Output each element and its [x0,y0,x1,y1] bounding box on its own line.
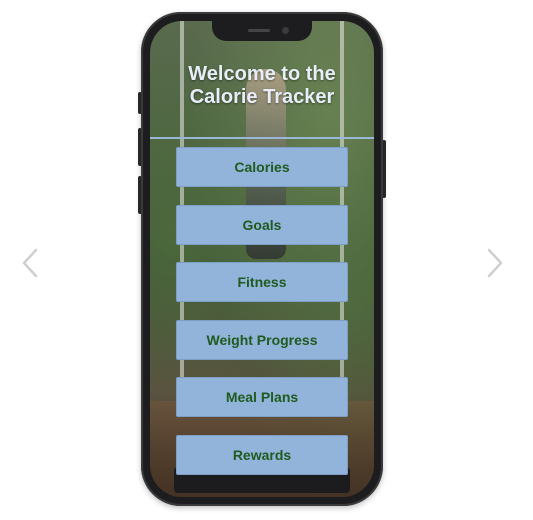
fitness-button[interactable]: Fitness [176,262,348,302]
weight-progress-button[interactable]: Weight Progress [176,319,348,360]
rewards-button[interactable]: Rewards [176,434,348,475]
goals-button[interactable]: Goals [176,204,348,245]
meal-plans-button[interactable]: Meal Plans [176,377,348,417]
title-divider [150,137,374,139]
chevron-right-icon[interactable] [479,247,509,279]
phone-screen: Welcome to the Calorie Tracker Calories … [150,21,374,497]
page-title: Welcome to the Calorie Tracker [188,63,336,108]
speaker-grille [248,29,270,32]
front-camera [282,27,289,34]
carousel-stage: Welcome to the Calorie Tracker Calories … [0,0,533,520]
calories-button[interactable]: Calories [176,147,348,187]
main-menu: Calories Goals Fitness Weight Progress M… [176,147,348,492]
chevron-left-icon[interactable] [16,247,46,279]
phone-notch [212,21,312,41]
phone-frame: Welcome to the Calorie Tracker Calories … [141,12,383,506]
